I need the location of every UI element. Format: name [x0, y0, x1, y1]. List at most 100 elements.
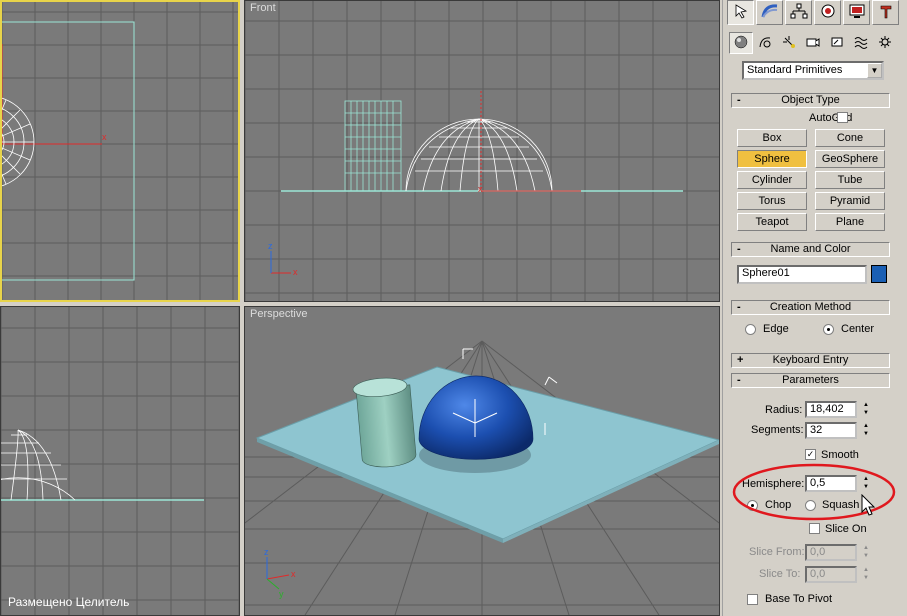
- utilities-icon: [878, 3, 894, 22]
- display-icon: [848, 3, 866, 22]
- cylinder-object: [352, 377, 417, 468]
- hierarchy-tab[interactable]: [785, 0, 812, 25]
- create-icon: [733, 3, 749, 22]
- object-name-field[interactable]: Sphere01: [737, 265, 867, 284]
- object-type-rollout-header[interactable]: - Object Type: [731, 93, 890, 108]
- teapot-button[interactable]: Teapot: [737, 213, 807, 231]
- mouse-cursor-icon: [861, 494, 876, 516]
- keyboard-entry-rollout-header[interactable]: + Keyboard Entry: [731, 353, 890, 368]
- viewport-label-perspective[interactable]: Perspective: [250, 308, 307, 320]
- slice-on-checkbox[interactable]: [809, 523, 820, 534]
- command-panel-tabs: [727, 0, 899, 26]
- base-to-pivot-label: Base To Pivot: [765, 593, 833, 605]
- lights-tab[interactable]: [777, 32, 801, 54]
- collapse-icon: -: [737, 374, 741, 386]
- slice-to-label: Slice To:: [759, 568, 801, 580]
- systems-tab[interactable]: [873, 32, 897, 54]
- smooth-label: Smooth: [821, 449, 859, 461]
- hemisphere-wireframe-front: [405, 118, 553, 192]
- cameras-tab[interactable]: [801, 32, 825, 54]
- tube-button[interactable]: Tube: [815, 171, 885, 189]
- category-dropdown-value: Standard Primitives: [747, 64, 843, 76]
- object-color-swatch[interactable]: [871, 265, 887, 283]
- left-viewport[interactable]: Размещено Целитель: [0, 306, 240, 616]
- perspective-viewport[interactable]: x z y Perspective: [244, 306, 720, 616]
- center-label: Center: [841, 323, 875, 335]
- perspective-viewport-canvas: x z y: [245, 340, 719, 615]
- pyramid-button[interactable]: Pyramid: [815, 192, 885, 210]
- expand-icon: +: [737, 354, 744, 366]
- box-button[interactable]: Box: [737, 129, 807, 147]
- spacewarps-tab[interactable]: [849, 32, 873, 54]
- svg-text:x: x: [291, 569, 296, 579]
- collapse-icon: -: [737, 94, 741, 106]
- category-dropdown[interactable]: Standard Primitives ▼: [742, 61, 884, 80]
- edge-radio[interactable]: [745, 324, 756, 335]
- center-radio[interactable]: [823, 324, 834, 335]
- object-type-title: Object Type: [781, 94, 840, 106]
- creation-method-rollout-header[interactable]: - Creation Method: [731, 300, 890, 315]
- slice-to-spinner[interactable]: ▲ ▼: [861, 566, 871, 583]
- keyboard-entry-title: Keyboard Entry: [772, 354, 849, 366]
- svg-text:z: z: [264, 547, 269, 557]
- create-category-tabs: [729, 32, 897, 54]
- cone-button[interactable]: Cone: [815, 129, 885, 147]
- collapse-icon: -: [737, 243, 741, 255]
- lights-icon: [782, 35, 796, 52]
- left-viewport-canvas: [1, 307, 239, 615]
- command-panel: Standard Primitives ▼ - Object Type Auto…: [722, 0, 907, 616]
- front-viewport[interactable]: x x z Front: [244, 0, 720, 302]
- modify-tab[interactable]: [756, 0, 783, 25]
- utilities-tab[interactable]: [872, 0, 899, 25]
- create-tab[interactable]: [727, 0, 754, 25]
- base-to-pivot-checkbox[interactable]: [747, 594, 758, 605]
- top-viewport-canvas: x: [2, 2, 238, 300]
- radius-spinner[interactable]: ▲ ▼: [861, 401, 871, 418]
- svg-text:x: x: [102, 132, 107, 142]
- parameters-title: Parameters: [782, 374, 839, 386]
- smooth-checkbox[interactable]: ✓: [805, 449, 816, 460]
- shapes-icon: [758, 35, 772, 52]
- display-tab[interactable]: [843, 0, 870, 25]
- collapse-icon: -: [737, 301, 741, 313]
- slice-to-field[interactable]: 0,0: [805, 566, 857, 583]
- svg-text:z: z: [268, 241, 273, 251]
- edge-label: Edge: [763, 323, 789, 335]
- chevron-down-icon[interactable]: ▼: [867, 63, 882, 78]
- sphere-button[interactable]: Sphere: [737, 150, 807, 168]
- hierarchy-icon: [790, 3, 808, 22]
- slice-from-field[interactable]: 0,0: [805, 544, 857, 561]
- helpers-icon: [830, 35, 844, 52]
- svg-text:x: x: [478, 184, 483, 194]
- cylinder-button[interactable]: Cylinder: [737, 171, 807, 189]
- geometry-tab[interactable]: [729, 32, 753, 54]
- motion-icon: [820, 3, 836, 22]
- geometry-icon: [734, 35, 748, 52]
- axis-tripod-perspective: x z y: [264, 547, 296, 599]
- plane-button[interactable]: Plane: [815, 213, 885, 231]
- name-color-rollout-header[interactable]: - Name and Color: [731, 242, 890, 257]
- parameters-rollout-header[interactable]: - Parameters: [731, 373, 890, 388]
- helpers-tab[interactable]: [825, 32, 849, 54]
- geosphere-button[interactable]: GeoSphere: [815, 150, 885, 168]
- segments-spinner[interactable]: ▲ ▼: [861, 422, 871, 439]
- segments-field[interactable]: 32: [805, 422, 857, 439]
- name-color-title: Name and Color: [770, 243, 851, 255]
- top-viewport[interactable]: x: [0, 0, 240, 302]
- radius-label: Radius:: [765, 404, 803, 416]
- creation-method-title: Creation Method: [769, 301, 852, 313]
- hemisphere-wireframe-left: [1, 429, 76, 501]
- motion-tab[interactable]: [814, 0, 841, 25]
- torus-button[interactable]: Torus: [737, 192, 807, 210]
- slice-on-label: Slice On: [825, 523, 867, 535]
- shapes-tab[interactable]: [753, 32, 777, 54]
- radius-field[interactable]: 18,402: [805, 401, 857, 418]
- svg-text:y: y: [279, 589, 284, 599]
- spacewarps-icon: [854, 35, 868, 52]
- systems-icon: [878, 35, 892, 52]
- viewport-label-front[interactable]: Front: [250, 2, 276, 14]
- segments-label: Segments:: [751, 424, 804, 436]
- slice-from-spinner[interactable]: ▲ ▼: [861, 544, 871, 561]
- cameras-icon: [806, 35, 820, 52]
- autogrid-checkbox[interactable]: [837, 112, 848, 123]
